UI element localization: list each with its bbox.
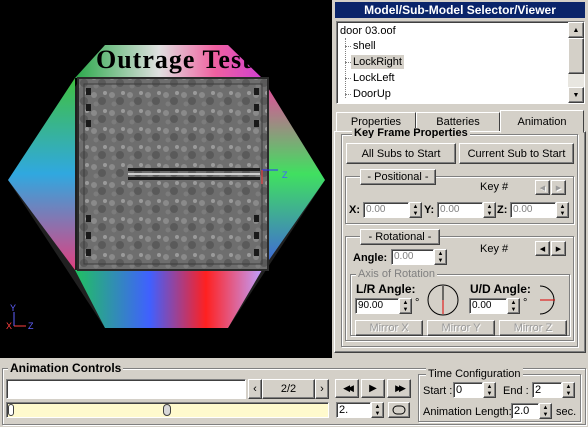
keyframe-group-label: Key Frame Properties — [352, 128, 470, 138]
frame-field[interactable]: 2. — [336, 402, 371, 418]
y-label: Y: — [424, 204, 435, 216]
tree-item-root[interactable]: door 03.oof — [340, 24, 396, 38]
play-icon[interactable]: ▶ — [361, 379, 385, 398]
angle-spinner[interactable]: ▲ ▼ — [434, 249, 447, 265]
animation-length-field[interactable]: 2.0 — [511, 403, 539, 419]
axis-z-label: Z — [28, 321, 34, 331]
y-field[interactable]: 0.00 — [437, 202, 483, 218]
animation-length-spinner[interactable]: ▲ ▼ — [539, 403, 552, 419]
viewport-3d[interactable]: Outrage Test Z Y Z X — [0, 0, 332, 358]
lr-angle-field[interactable]: 90.00 — [355, 298, 399, 314]
scroll-down-arrow-icon[interactable]: ▼ — [568, 87, 584, 103]
positional-prev-key-icon[interactable]: ◀ — [535, 180, 550, 195]
scroll-up-arrow-icon[interactable]: ▲ — [568, 22, 584, 38]
frame-spinner[interactable]: ▲ ▼ — [371, 402, 384, 418]
animation-length-label: Animation Length: — [423, 406, 512, 418]
tree-line — [345, 46, 351, 47]
tree-line — [345, 38, 346, 98]
start-field[interactable]: 0 — [453, 382, 483, 398]
ud-angle-spinner[interactable]: ▲ ▼ — [507, 298, 520, 314]
lr-angle-label: L/R Angle: — [356, 282, 416, 296]
lr-angle-spinner[interactable]: ▲ ▼ — [399, 298, 412, 314]
positional-toggle-button[interactable]: - Positional - — [360, 169, 436, 185]
rewind-icon[interactable]: ◀◀ — [335, 379, 359, 398]
time-config-title: Time Configuration — [426, 368, 523, 380]
axis-of-rotation-label: Axis of Rotation — [356, 268, 438, 280]
outrage-text-top: Outrage Test — [96, 45, 252, 74]
current-sub-to-start-button[interactable]: Current Sub to Start — [459, 143, 574, 164]
tree-item-lockright[interactable]: LockRight — [351, 55, 404, 69]
ud-degree-symbol: ° — [523, 297, 528, 309]
z-spinner[interactable]: ▲ ▼ — [556, 202, 569, 218]
z-field[interactable]: 0.00 — [510, 202, 556, 218]
tree-scrollbar[interactable]: ▲ ▼ — [568, 22, 584, 103]
tree-item-lockleft[interactable]: LockLeft — [353, 71, 395, 85]
loop-toggle-icon[interactable] — [388, 402, 410, 418]
all-subs-to-start-button[interactable]: All Subs to Start — [346, 143, 456, 164]
mirror-x-button[interactable]: Mirror X — [355, 320, 423, 336]
tree-line — [345, 78, 351, 79]
start-spinner[interactable]: ▲ ▼ — [483, 382, 496, 398]
timeline-thumb[interactable] — [163, 404, 171, 416]
mirror-y-button[interactable]: Mirror Y — [427, 320, 495, 336]
model-tree[interactable]: door 03.oof shell LockRight LockLeft Doo… — [336, 21, 585, 104]
ud-angle-dial-icon[interactable] — [535, 283, 565, 317]
timeline-slider[interactable] — [6, 402, 329, 418]
z-label: Z: — [497, 204, 508, 216]
scroll-thumb[interactable] — [568, 38, 584, 74]
sec-label: sec. — [556, 406, 577, 418]
frame-prev-button[interactable]: ‹ — [248, 379, 262, 399]
rotational-toggle-button[interactable]: - Rotational - — [360, 229, 440, 245]
x-field[interactable]: 0.00 — [363, 202, 409, 218]
lr-degree-symbol: ° — [415, 297, 420, 309]
axis-y-label: Y — [10, 303, 17, 313]
animation-name-field[interactable] — [6, 379, 246, 399]
ud-angle-field[interactable]: 0.00 — [469, 298, 507, 314]
angle-label: Angle: — [353, 252, 388, 264]
mirror-z-button[interactable]: Mirror Z — [499, 320, 567, 336]
selector-title: Model/Sub-Model Selector/Viewer — [335, 2, 585, 18]
end-label: End : — [503, 385, 529, 397]
frame-counter: 2/2 — [262, 379, 315, 399]
angle-field[interactable]: 0.00 — [391, 249, 434, 265]
tree-line — [345, 94, 351, 95]
positional-next-key-icon[interactable]: ▶ — [551, 180, 566, 195]
rotational-key-label: Key # — [480, 243, 509, 255]
axis-x-label: X — [6, 321, 13, 331]
x-spinner[interactable]: ▲ ▼ — [409, 202, 422, 218]
lr-angle-dial-icon[interactable] — [426, 283, 460, 317]
gizmo-z-label: Z — [282, 170, 288, 180]
tree-item-shell[interactable]: shell — [353, 39, 376, 53]
end-field[interactable]: 2 — [532, 382, 562, 398]
frame-next-button[interactable]: › — [315, 379, 329, 399]
tree-item-doorup[interactable]: DoorUp — [353, 87, 391, 101]
y-spinner[interactable]: ▲ ▼ — [483, 202, 496, 218]
animation-controls-title: Animation Controls — [8, 361, 124, 375]
rotational-next-key-icon[interactable]: ▶ — [551, 241, 566, 256]
ud-angle-label: U/D Angle: — [470, 282, 531, 296]
end-spinner[interactable]: ▲ ▼ — [562, 382, 575, 398]
start-label: Start : — [423, 385, 453, 397]
positional-key-label: Key # — [480, 181, 509, 193]
x-label: X: — [349, 204, 360, 216]
timeline-start-marker — [8, 404, 14, 416]
loop-icon — [392, 405, 406, 415]
rotational-prev-key-icon[interactable]: ◀ — [535, 241, 550, 256]
tab-animation[interactable]: Animation — [500, 110, 584, 133]
fast-forward-icon[interactable]: ▶▶ — [387, 379, 411, 398]
